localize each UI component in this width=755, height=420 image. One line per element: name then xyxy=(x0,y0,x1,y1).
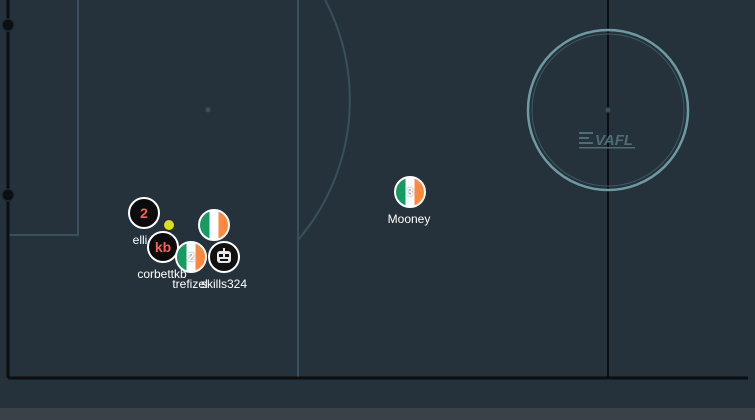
player-mooney[interactable]: 3 xyxy=(394,176,426,208)
player-elli[interactable]: 2 xyxy=(128,197,160,229)
player-marker: 3 xyxy=(406,185,414,199)
player-marker: 2 xyxy=(140,205,148,221)
player-skills324[interactable] xyxy=(208,241,240,273)
robot-avatar-icon xyxy=(217,248,231,263)
penalty-spot xyxy=(205,107,211,113)
player-marker: kb xyxy=(154,239,172,255)
player-name-mooney: Mooney xyxy=(387,212,431,226)
player-name-skills324: skills324 xyxy=(200,277,248,291)
player-name-elli: elli xyxy=(132,233,148,247)
center-logo: VAFL xyxy=(579,132,635,149)
ball xyxy=(163,219,175,231)
goal-post-top xyxy=(1,18,15,32)
goal-post-bottom xyxy=(1,188,15,202)
player-marker: 2 xyxy=(187,250,195,264)
penalty-box xyxy=(7,0,79,236)
player-unnamed[interactable] xyxy=(198,209,230,241)
player-trefizel[interactable]: 2 xyxy=(175,241,207,273)
center-spot xyxy=(605,107,611,113)
bottom-bar xyxy=(0,408,755,420)
pitch: VAFL xyxy=(1,0,748,380)
penalty-arc xyxy=(297,0,351,241)
svg-text:VAFL: VAFL xyxy=(595,132,633,149)
